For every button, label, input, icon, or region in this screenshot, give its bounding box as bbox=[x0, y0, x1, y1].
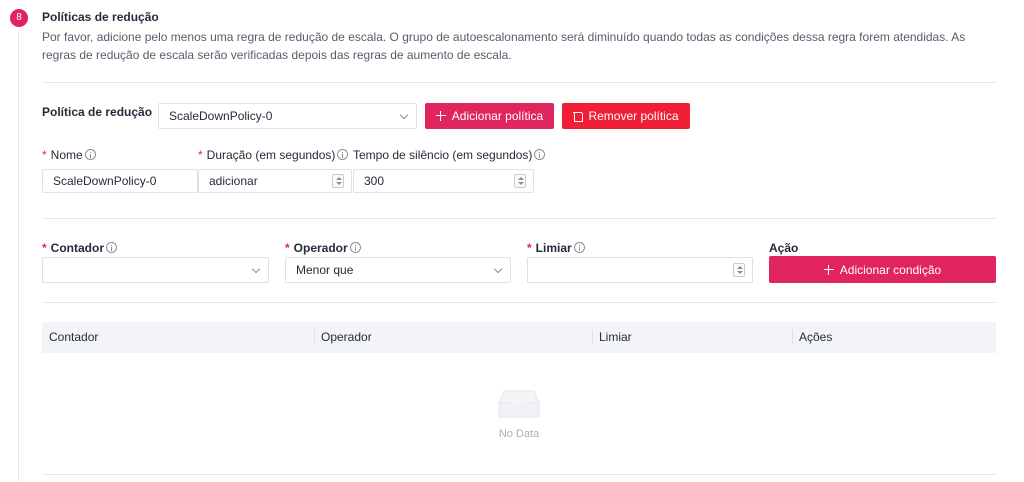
threshold-label-text: Limiar bbox=[535, 241, 572, 255]
empty-state-text: No Data bbox=[498, 428, 540, 440]
info-icon[interactable] bbox=[337, 149, 349, 160]
name-label-text: Nome bbox=[50, 148, 83, 162]
threshold-label: * Limiar bbox=[527, 241, 585, 255]
required-mark: * bbox=[42, 241, 47, 255]
threshold-input[interactable] bbox=[527, 257, 753, 283]
divider bbox=[42, 218, 996, 219]
step-number-badge: 8 bbox=[10, 9, 28, 27]
action-label: Ação bbox=[769, 241, 799, 255]
divider bbox=[42, 302, 996, 303]
policy-label: Política de redução bbox=[42, 105, 153, 119]
counter-label-text: Contador bbox=[50, 241, 104, 255]
name-label: * Nome bbox=[42, 148, 96, 162]
divider bbox=[42, 474, 996, 475]
chevron-down-icon bbox=[399, 110, 409, 120]
section-description: Por favor, adicione pelo menos uma regra… bbox=[42, 30, 966, 62]
chevron-down-icon bbox=[493, 264, 503, 274]
info-icon[interactable] bbox=[349, 242, 361, 253]
column-header-counter[interactable]: Contador bbox=[42, 322, 314, 353]
step-connector-line bbox=[18, 31, 19, 482]
policy-select-value: ScaleDownPolicy-0 bbox=[169, 109, 273, 123]
add-policy-label: Adicionar política bbox=[451, 109, 544, 123]
add-condition-label: Adicionar condição bbox=[839, 262, 942, 277]
policy-select[interactable]: ScaleDownPolicy-0 bbox=[158, 103, 417, 129]
silence-input-value: 300 bbox=[364, 174, 385, 188]
trash-icon bbox=[573, 111, 584, 122]
add-condition-button[interactable]: Adicionar condição bbox=[769, 256, 996, 283]
plus-icon bbox=[823, 264, 834, 275]
info-icon[interactable] bbox=[573, 242, 585, 253]
divider bbox=[42, 82, 996, 83]
required-mark: * bbox=[42, 148, 47, 162]
operator-select-value: Menor que bbox=[296, 263, 354, 277]
operator-label-text: Operador bbox=[293, 241, 348, 255]
column-header-operator[interactable]: Operador bbox=[314, 322, 592, 353]
empty-inbox-icon bbox=[498, 390, 540, 418]
duration-input[interactable]: adicionar bbox=[198, 169, 352, 193]
duration-label: * Duração (em segundos) bbox=[198, 148, 349, 162]
column-header-threshold[interactable]: Limiar bbox=[592, 322, 792, 353]
info-icon[interactable] bbox=[534, 149, 546, 160]
remove-policy-button[interactable]: Remover política bbox=[562, 103, 690, 129]
stepper-icon[interactable] bbox=[733, 263, 745, 277]
counter-label: * Contador bbox=[42, 241, 117, 255]
name-input-value: ScaleDownPolicy-0 bbox=[53, 174, 157, 188]
name-input[interactable]: ScaleDownPolicy-0 bbox=[42, 169, 198, 193]
duration-label-text: Duração (em segundos) bbox=[206, 148, 336, 162]
required-mark: * bbox=[198, 148, 203, 162]
remove-policy-label: Remover política bbox=[588, 109, 679, 123]
silence-label-text: Tempo de silêncio (em segundos) bbox=[353, 148, 533, 162]
info-icon[interactable] bbox=[106, 242, 117, 253]
operator-select[interactable]: Menor que bbox=[285, 257, 511, 283]
section-title: Políticas de redução bbox=[42, 10, 159, 24]
counter-select[interactable] bbox=[42, 257, 269, 283]
chevron-down-icon bbox=[251, 264, 261, 274]
duration-input-value: adicionar bbox=[209, 174, 258, 188]
plus-icon bbox=[435, 111, 446, 121]
conditions-table-header: Contador Operador Limiar Ações bbox=[42, 322, 996, 353]
info-icon[interactable] bbox=[84, 149, 96, 160]
stepper-icon[interactable] bbox=[514, 174, 526, 188]
required-mark: * bbox=[527, 241, 532, 255]
silence-label: Tempo de silêncio (em segundos) bbox=[353, 148, 546, 162]
operator-label: * Operador bbox=[285, 241, 361, 255]
silence-input[interactable]: 300 bbox=[353, 169, 534, 193]
stepper-icon[interactable] bbox=[332, 174, 344, 188]
add-policy-button[interactable]: Adicionar política bbox=[425, 103, 554, 129]
column-header-actions[interactable]: Ações bbox=[792, 322, 996, 353]
required-mark: * bbox=[285, 241, 290, 255]
